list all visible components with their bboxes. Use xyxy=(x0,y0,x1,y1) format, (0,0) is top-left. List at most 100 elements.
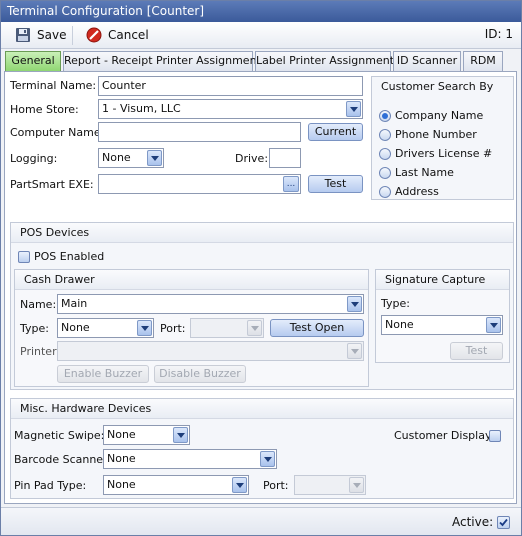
signature-type-value: None xyxy=(385,318,414,331)
logging-label: Logging: xyxy=(10,152,58,165)
chevron-down-icon[interactable] xyxy=(260,451,275,467)
pin-pad-value: None xyxy=(107,478,136,491)
partsmart-label: PartSmart EXE: xyxy=(10,178,94,191)
enable-buzzer-button[interactable]: Enable Buzzer xyxy=(57,365,149,383)
cancel-icon xyxy=(86,27,102,43)
current-button[interactable]: Current xyxy=(308,123,363,141)
barcode-scanner-label: Barcode Scanner: xyxy=(14,453,112,466)
magnetic-swipe-label: Magnetic Swipe: xyxy=(14,429,105,442)
barcode-scanner-value: None xyxy=(107,452,136,465)
chevron-down-icon[interactable] xyxy=(346,101,361,117)
cash-drawer-port-label: Port: xyxy=(160,322,186,335)
home-store-value: 1 - Visum, LLC xyxy=(102,102,181,115)
radio-last-name-label: Last Name xyxy=(395,166,454,179)
cash-drawer-printer-label: Printer: xyxy=(20,345,61,358)
radio-drivers-license[interactable] xyxy=(379,148,391,160)
pin-pad-select[interactable]: None xyxy=(103,475,249,495)
radio-phone-number-label: Phone Number xyxy=(395,128,477,141)
tab-label-printer[interactable]: Label Printer Assignments xyxy=(255,51,400,71)
terminal-name-label: Terminal Name: xyxy=(10,79,97,92)
radio-company-name[interactable] xyxy=(379,110,391,122)
barcode-scanner-select[interactable]: None xyxy=(103,449,277,469)
chevron-down-icon[interactable] xyxy=(347,296,362,312)
signature-test-button[interactable]: Test xyxy=(450,342,503,360)
toolbar: Save Cancel ID: 1 xyxy=(1,22,521,49)
computer-name-input[interactable] xyxy=(98,122,301,142)
chevron-down-icon[interactable] xyxy=(173,427,188,443)
logging-select[interactable]: None xyxy=(98,148,164,168)
customer-search-group: Customer Search By Company Name Phone Nu… xyxy=(371,76,514,200)
computer-name-label: Computer Name: xyxy=(10,126,105,139)
cash-drawer-name-value: Main xyxy=(61,297,88,310)
toolbar-separator xyxy=(72,26,73,45)
cash-drawer-port-select[interactable] xyxy=(190,318,264,338)
test-open-button[interactable]: Test Open xyxy=(270,319,364,337)
magnetic-swipe-value: None xyxy=(107,428,136,441)
tab-rdm[interactable]: RDM xyxy=(463,51,503,71)
terminal-name-input[interactable]: Counter xyxy=(98,76,363,96)
general-tab-panel: Terminal Name: Counter Home Store: 1 - V… xyxy=(4,71,517,504)
signature-type-select[interactable]: None xyxy=(381,315,503,335)
radio-address[interactable] xyxy=(379,186,391,198)
customer-display-checkbox[interactable] xyxy=(489,430,501,442)
magnetic-swipe-select[interactable]: None xyxy=(103,425,190,445)
pos-enabled-checkbox[interactable] xyxy=(18,251,30,263)
browse-button[interactable]: ... xyxy=(283,176,299,192)
save-label: Save xyxy=(37,28,67,42)
pin-pad-port-label: Port: xyxy=(263,479,289,492)
terminal-id: ID: 1 xyxy=(484,27,513,41)
pin-pad-port-select[interactable] xyxy=(294,475,366,495)
tab-id-scanner[interactable]: ID Scanner xyxy=(393,51,461,71)
chevron-down-icon[interactable] xyxy=(137,320,152,336)
save-button[interactable]: Save xyxy=(15,25,66,45)
pin-pad-label: Pin Pad Type: xyxy=(14,479,87,492)
radio-drivers-license-label: Drivers License # xyxy=(395,147,493,160)
cash-drawer-type-select[interactable]: None xyxy=(57,318,154,338)
radio-phone-number[interactable] xyxy=(379,129,391,141)
terminal-config-window: Terminal Configuration [Counter] Save Ca… xyxy=(0,0,522,536)
ellipsis-icon: ... xyxy=(286,179,296,189)
chevron-down-icon[interactable] xyxy=(147,150,162,166)
cash-drawer-printer-select[interactable] xyxy=(57,341,364,361)
chevron-down-icon[interactable] xyxy=(486,317,501,333)
home-store-select[interactable]: 1 - Visum, LLC xyxy=(98,99,363,119)
signature-capture-title: Signature Capture xyxy=(376,270,509,290)
signature-type-label: Type: xyxy=(381,297,410,310)
drive-input[interactable] xyxy=(269,148,301,168)
misc-hardware-title: Misc. Hardware Devices xyxy=(11,399,513,419)
checkmark-icon xyxy=(499,518,508,527)
status-bar: Active: xyxy=(1,507,521,535)
cash-drawer-type-value: None xyxy=(61,321,90,334)
radio-company-name-label: Company Name xyxy=(395,109,484,122)
disable-buzzer-button[interactable]: Disable Buzzer xyxy=(154,365,246,383)
home-store-label: Home Store: xyxy=(10,103,79,116)
pos-devices-title: POS Devices xyxy=(11,223,513,243)
cash-drawer-title: Cash Drawer xyxy=(15,270,368,290)
cash-drawer-type-label: Type: xyxy=(20,322,49,335)
window-title: Terminal Configuration [Counter] xyxy=(1,1,521,22)
radio-last-name[interactable] xyxy=(379,167,391,179)
tab-general[interactable]: General xyxy=(5,51,61,71)
pos-enabled-label: POS Enabled xyxy=(34,250,105,263)
customer-display-label: Customer Display: xyxy=(394,429,495,442)
active-label: Active: xyxy=(452,515,494,529)
cancel-label: Cancel xyxy=(108,28,149,42)
chevron-down-icon[interactable] xyxy=(247,320,262,336)
chevron-down-icon[interactable] xyxy=(232,477,247,493)
partsmart-exe-input[interactable]: ... xyxy=(98,174,301,194)
signature-capture-group: Signature Capture Type: None Test xyxy=(375,269,510,363)
misc-hardware-group: Misc. Hardware Devices Magnetic Swipe: N… xyxy=(10,398,514,499)
cash-drawer-name-select[interactable]: Main xyxy=(57,294,364,314)
tab-report-receipt-printer[interactable]: Report - Receipt Printer Assignments xyxy=(63,51,267,71)
customer-search-title: Customer Search By xyxy=(381,80,494,93)
chevron-down-icon[interactable] xyxy=(347,343,362,359)
active-checkbox[interactable] xyxy=(497,516,510,529)
drive-label: Drive: xyxy=(235,152,269,165)
radio-address-label: Address xyxy=(395,185,439,198)
floppy-disk-icon xyxy=(15,27,31,43)
logging-value: None xyxy=(102,151,131,164)
cash-drawer-name-label: Name: xyxy=(20,298,57,311)
chevron-down-icon[interactable] xyxy=(349,477,364,493)
partsmart-test-button[interactable]: Test xyxy=(308,175,363,193)
cancel-button[interactable]: Cancel xyxy=(86,25,149,45)
